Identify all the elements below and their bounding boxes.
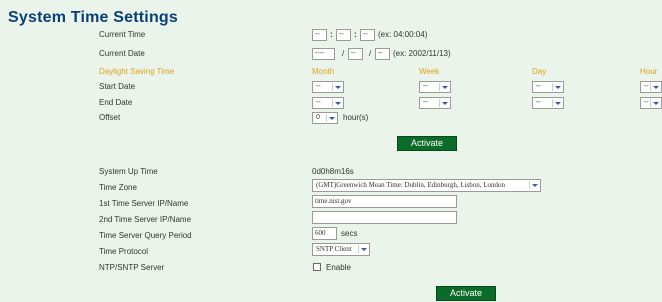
date-year-input[interactable]: ---- [312, 48, 335, 60]
dst-col-week: Week [419, 67, 440, 76]
ntp-enable-checkbox[interactable] [313, 263, 321, 271]
chevron-down-icon [439, 83, 449, 91]
start-week-select[interactable]: -- [419, 81, 451, 93]
query-period-label: Time Server Query Period [99, 231, 192, 240]
date-separator: / [342, 49, 345, 58]
time-separator: : [354, 30, 357, 39]
end-week-select[interactable]: -- [419, 97, 451, 109]
select-value: -- [423, 99, 428, 106]
current-time-label: Current Time [99, 30, 146, 39]
chevron-down-icon [332, 99, 342, 107]
page-title: System Time Settings [8, 9, 178, 26]
chevron-down-icon [552, 99, 562, 107]
server-activate-button[interactable]: Activate [436, 286, 496, 301]
offset-unit: hour(s) [343, 113, 369, 122]
chevron-down-icon [650, 83, 660, 91]
timezone-label: Time Zone [99, 183, 137, 192]
end-date-label: End Date [99, 98, 133, 107]
dst-col-day: Day [532, 67, 547, 76]
date-separator: / [369, 49, 372, 58]
chevron-down-icon [332, 83, 342, 91]
chevron-down-icon [529, 181, 539, 189]
chevron-down-icon [439, 99, 449, 107]
chevron-down-icon [358, 245, 368, 253]
select-value: -- [536, 99, 541, 106]
select-value: -- [316, 83, 321, 90]
dst-col-month: Month [312, 67, 335, 76]
select-value: -- [644, 83, 649, 90]
query-period-unit: secs [341, 229, 358, 238]
start-hour-select[interactable]: -- [640, 81, 662, 93]
chevron-down-icon [552, 83, 562, 91]
start-day-select[interactable]: -- [532, 81, 564, 93]
select-value: -- [423, 83, 428, 90]
chevron-down-icon [650, 99, 660, 107]
server2-label: 2nd Time Server IP/Name [99, 215, 192, 224]
time-protocol-label: Time Protocol [99, 247, 149, 256]
select-value: SNTP Client [316, 245, 352, 253]
dst-activate-button[interactable]: Activate [397, 136, 457, 151]
select-value: 0 [316, 114, 320, 121]
select-value: -- [644, 99, 649, 106]
server2-input[interactable] [312, 211, 457, 224]
time-hour-input[interactable]: -- [312, 29, 327, 41]
date-example: (ex: 2002/11/13) [393, 49, 451, 58]
select-value: -- [536, 83, 541, 90]
select-value: (GMT)Greenwich Mean Time: Dublin, Edinbu… [316, 181, 506, 189]
time-minute-input[interactable]: -- [336, 29, 351, 41]
dst-heading: Daylight Saving Time [99, 67, 175, 76]
offset-label: Offset [99, 113, 121, 122]
server1-label: 1st Time Server IP/Name [99, 199, 189, 208]
date-day-input[interactable]: -- [375, 48, 390, 60]
offset-select[interactable]: 0 [312, 112, 338, 124]
dst-col-hour: Hour [640, 67, 658, 76]
time-example: (ex: 04:00:04) [378, 30, 428, 39]
start-date-label: Start Date [99, 82, 136, 91]
start-month-select[interactable]: -- [312, 81, 344, 93]
end-month-select[interactable]: -- [312, 97, 344, 109]
time-protocol-select[interactable]: SNTP Client [312, 243, 370, 256]
server1-input[interactable]: time.nist.gov [312, 195, 457, 208]
date-month-input[interactable]: -- [348, 48, 363, 60]
select-value: -- [316, 99, 321, 106]
time-separator: : [330, 30, 333, 39]
uptime-label: System Up Time [99, 167, 158, 176]
ntp-enable-label: Enable [326, 263, 351, 272]
ntp-server-label: NTP/SNTP Server [99, 263, 165, 272]
end-day-select[interactable]: -- [532, 97, 564, 109]
chevron-down-icon [326, 114, 336, 122]
timezone-select[interactable]: (GMT)Greenwich Mean Time: Dublin, Edinbu… [312, 179, 541, 192]
current-date-label: Current Date [99, 49, 145, 58]
time-second-input[interactable]: -- [360, 29, 375, 41]
end-hour-select[interactable]: -- [640, 97, 662, 109]
uptime-value: 0d0h8m16s [312, 167, 354, 176]
query-period-input[interactable]: 600 [312, 227, 337, 240]
